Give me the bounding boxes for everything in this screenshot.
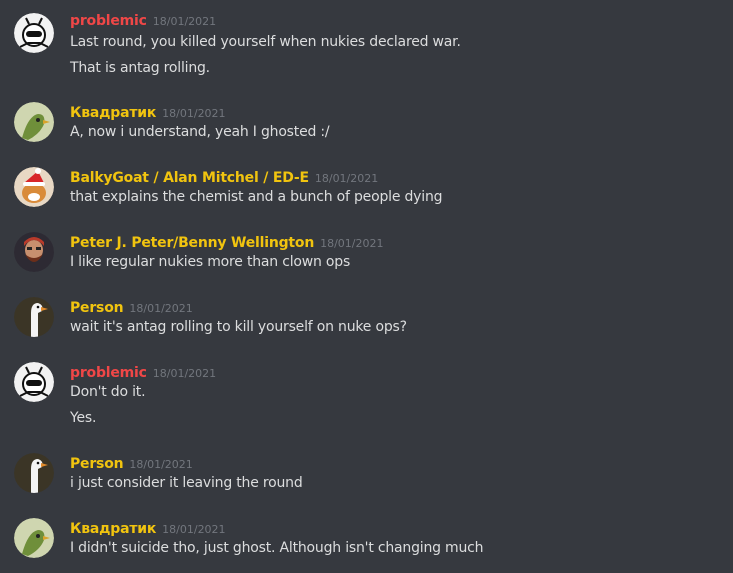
author-name[interactable]: Квадратик [70, 521, 156, 537]
message-text: A, now i understand, yeah I ghosted :/ [70, 124, 330, 140]
goose-avatar-icon[interactable] [14, 297, 54, 337]
message-text: wait it's antag rolling to kill yourself… [70, 319, 407, 335]
author-name[interactable]: Person [70, 456, 124, 472]
timestamp: 18/01/2021 [152, 367, 217, 380]
author-name[interactable]: Квадратик [70, 105, 156, 121]
message-text: Don't do it. [70, 384, 146, 400]
timestamp: 18/01/2021 [162, 523, 226, 536]
message-text: Last round, you killed yourself when nuk… [70, 34, 461, 50]
green-bird-avatar-icon[interactable] [14, 518, 54, 558]
author-name[interactable]: problemic [70, 365, 147, 381]
timestamp: 18/01/2021 [129, 302, 193, 315]
green-bird-avatar-icon[interactable] [14, 102, 54, 142]
robot-avatar-icon[interactable] [14, 362, 54, 402]
bearded-man-avatar-icon[interactable] [14, 232, 54, 272]
message-header: Квадратик 18/01/2021 [70, 518, 226, 537]
message-header: Квадратик 18/01/2021 [70, 102, 226, 121]
message-text: I didn't suicide tho, just ghost. Althou… [70, 540, 484, 556]
message-header: Person 18/01/2021 [70, 297, 193, 316]
author-name[interactable]: Person [70, 300, 124, 316]
timestamp: 18/01/2021 [314, 172, 379, 185]
message-text: I like regular nukies more than clown op… [70, 254, 351, 270]
timestamp: 18/01/2021 [162, 107, 226, 120]
message-text: that explains the chemist and a bunch of… [70, 189, 443, 205]
author-name[interactable]: Peter J. Peter/Benny Wellington [70, 235, 314, 251]
timestamp: 18/01/2021 [129, 458, 193, 471]
message-header: BalkyGoat / Alan Mitchel / ED-E 18/01/202… [70, 167, 378, 186]
message-header: Person 18/01/2021 [70, 453, 193, 472]
timestamp: 18/01/2021 [320, 237, 384, 250]
message-header: problemic 18/01/2021 [70, 362, 216, 381]
message-header: problemic 18/01/2021 [70, 10, 216, 29]
timestamp: 18/01/2021 [152, 15, 217, 28]
goose-avatar-icon[interactable] [14, 453, 54, 493]
goat-santa-avatar-icon[interactable] [14, 167, 54, 207]
message-text: Yes. [70, 410, 97, 426]
robot-avatar-icon[interactable] [14, 13, 54, 53]
message-text: i just consider it leaving the round [70, 475, 303, 491]
message-text: That is antag rolling. [70, 60, 210, 76]
message-header: Peter J. Peter/Benny Wellington 18/01/202… [70, 232, 384, 251]
author-name[interactable]: BalkyGoat / Alan Mitchel / ED-E [70, 170, 309, 186]
author-name[interactable]: problemic [70, 13, 147, 29]
